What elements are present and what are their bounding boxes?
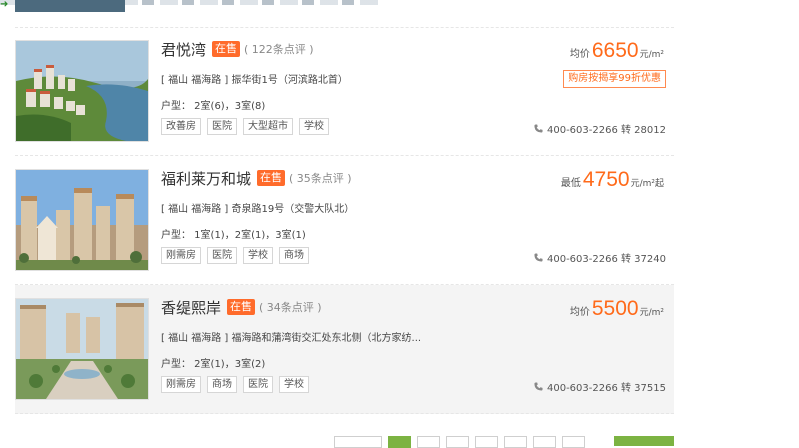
status-badge: 在售 — [257, 170, 286, 186]
listing-tags: 改善房 医院 大型超市 学校 — [161, 118, 329, 135]
price-prefix: 均价 — [569, 49, 590, 60]
pagination — [334, 436, 585, 448]
tag: 改善房 — [161, 118, 201, 135]
next-page-button[interactable] — [614, 436, 674, 446]
banner-strip — [15, 0, 125, 12]
price-prefix: 均价 — [569, 307, 590, 318]
phone-icon — [534, 382, 543, 391]
phone-number: 400-603-2266 转 28012 — [546, 125, 666, 136]
listing-item[interactable]: 君悦湾 在售 ( 122条点评 ) [ 福山 福海路 ] 振华街1号（河滨路北首… — [15, 27, 674, 156]
listing-price: 最低 4750 元/m²起 — [561, 168, 664, 192]
review-count-link[interactable]: ( 122条点评 ) — [244, 41, 314, 57]
price-prefix: 最低 — [560, 178, 581, 189]
tag: 商场 — [207, 376, 237, 393]
listing-phone: 400-603-2266 转 28012 — [534, 121, 666, 136]
price-unit: 元/m² — [639, 50, 664, 60]
page-button[interactable] — [504, 436, 527, 448]
page-button[interactable] — [533, 436, 556, 448]
phone-number: 400-603-2266 转 37515 — [546, 383, 666, 394]
price-value: 5500 — [591, 297, 639, 320]
page-button[interactable] — [446, 436, 469, 448]
listing-item[interactable]: 福利莱万和城 在售 ( 35条点评 ) [ 福山 福海路 ] 奇泉路19号（交警… — [15, 156, 674, 285]
listing-photo[interactable] — [15, 40, 149, 142]
prev-page-button[interactable] — [334, 436, 382, 448]
phone-icon — [534, 253, 543, 262]
review-count-link[interactable]: ( 35条点评 ) — [289, 170, 352, 186]
listing-title[interactable]: 福利莱万和城 — [161, 168, 251, 189]
listing-room-types: 户型： 2室(1)，3室(2) — [161, 359, 266, 370]
listing-title[interactable]: 君悦湾 — [161, 39, 206, 60]
listing-price: 均价 5500 元/m² — [570, 297, 664, 321]
listing-room-types: 户型： 1室(1)，2室(1)，3室(1) — [161, 230, 306, 241]
listing-title[interactable]: 香缇熙岸 — [161, 297, 221, 318]
listing-address: [ 福山 福海路 ] 福海路和蒲湾街交汇处东北侧（北方家纺... — [161, 333, 422, 344]
review-count-link[interactable]: ( 34条点评 ) — [259, 299, 322, 315]
tag: 学校 — [243, 247, 273, 264]
listing-phone: 400-603-2266 转 37515 — [534, 379, 666, 394]
listing-photo[interactable] — [15, 298, 149, 400]
tag: 刚需房 — [161, 247, 201, 264]
cursor-arrow-icon: ➜ — [0, 0, 9, 10]
tag: 刚需房 — [161, 376, 201, 393]
listing-phone: 400-603-2266 转 37240 — [534, 250, 666, 265]
page-button[interactable] — [475, 436, 498, 448]
tag: 商场 — [279, 247, 309, 264]
promo-badge[interactable]: 购房按揭享99折优惠 — [563, 70, 666, 88]
tag: 大型超市 — [243, 118, 293, 135]
tag: 学校 — [279, 376, 309, 393]
price-unit: 元/m² — [639, 308, 664, 318]
price-value: 6650 — [591, 39, 639, 62]
status-badge: 在售 — [212, 41, 241, 57]
tag: 学校 — [299, 118, 329, 135]
top-banner-remnant: ➜ — [0, 0, 799, 12]
listing-room-types: 户型： 2室(6)，3室(8) — [161, 101, 266, 112]
tag: 医院 — [207, 247, 237, 264]
listing-address: [ 福山 福海路 ] 奇泉路19号（交警大队北） — [161, 204, 355, 215]
price-unit: 元/m²起 — [630, 179, 664, 189]
phone-number: 400-603-2266 转 37240 — [546, 254, 666, 265]
listing-item[interactable]: 香缇熙岸 在售 ( 34条点评 ) [ 福山 福海路 ] 福海路和蒲湾街交汇处东… — [15, 285, 674, 414]
page-button[interactable] — [417, 436, 440, 448]
page-button-current[interactable] — [388, 436, 411, 448]
listing-tags: 刚需房 商场 医院 学校 — [161, 376, 309, 393]
page-button[interactable] — [562, 436, 585, 448]
status-badge: 在售 — [227, 299, 256, 315]
price-value: 4750 — [582, 168, 630, 191]
listing-photo[interactable] — [15, 169, 149, 271]
tag: 医院 — [243, 376, 273, 393]
tag: 医院 — [207, 118, 237, 135]
listing-price: 均价 6650 元/m² — [570, 39, 664, 63]
phone-icon — [534, 124, 543, 133]
listing-address: [ 福山 福海路 ] 振华街1号（河滨路北首） — [161, 75, 348, 86]
listing-tags: 刚需房 医院 学校 商场 — [161, 247, 309, 264]
